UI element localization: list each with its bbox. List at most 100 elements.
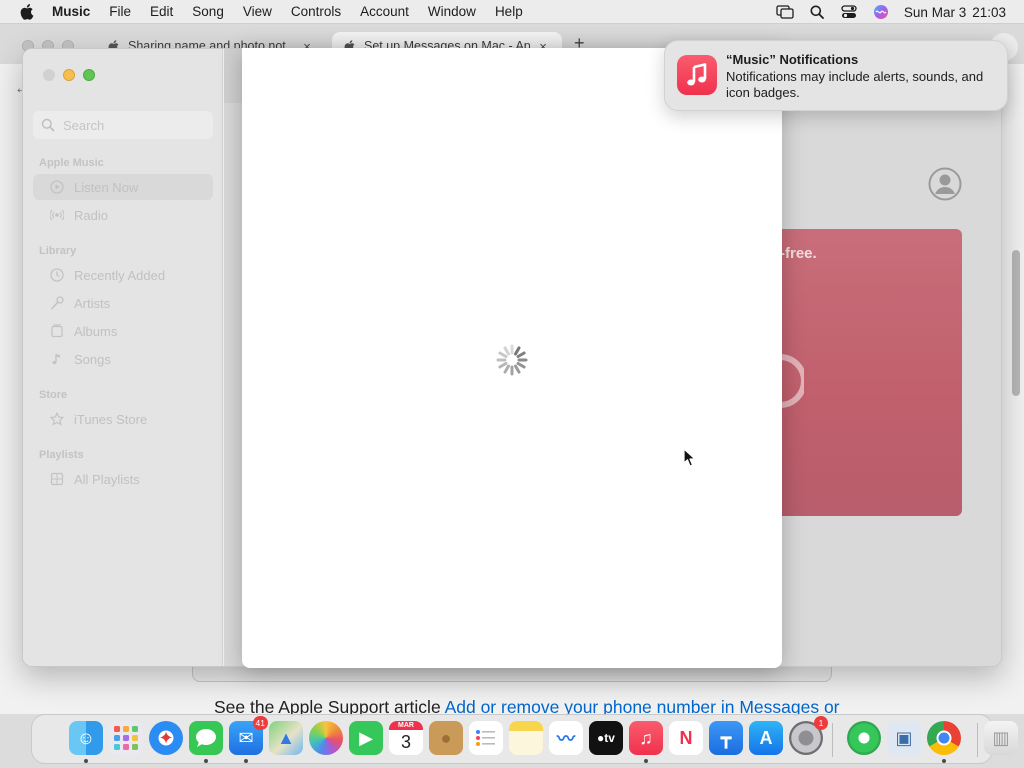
sidebar-item-label: iTunes Store — [74, 411, 148, 427]
search-placeholder: Search — [63, 117, 105, 133]
sidebar-item-label: Listen Now — [74, 179, 139, 195]
dock-system-settings-icon[interactable]: 1 — [789, 716, 828, 755]
menu-view[interactable]: View — [243, 4, 272, 19]
dock-chrome-icon[interactable] — [927, 721, 961, 755]
dock-photos-icon[interactable] — [309, 721, 343, 755]
star-icon — [50, 412, 64, 426]
menu-edit[interactable]: Edit — [150, 4, 173, 19]
microphone-icon — [50, 296, 64, 310]
sidebar-heading-apple-music: Apple Music — [39, 157, 104, 169]
dock-safari-icon[interactable]: ✦ — [149, 721, 183, 755]
apple-menu-icon[interactable] — [16, 3, 38, 20]
promo-headline: -free. — [780, 245, 817, 262]
page-scrollbar[interactable] — [1012, 250, 1020, 396]
menu-account[interactable]: Account — [360, 4, 409, 19]
window-close-button[interactable] — [43, 69, 55, 81]
sidebar-item-label: All Playlists — [74, 471, 140, 487]
menu-help[interactable]: Help — [495, 4, 523, 19]
dock: ☺ ✦ ✉ 41 ▲ ▶ MAR 3 ● 〰 ●tv ♫ N ┳ A 1 ▣ ▥ — [31, 714, 1018, 764]
control-center-icon[interactable] — [840, 3, 858, 21]
clock-time: 21:03 — [972, 4, 1006, 20]
dock-launchpad-icon[interactable] — [109, 721, 143, 755]
menu-controls[interactable]: Controls — [291, 4, 341, 19]
dock-finder-icon[interactable]: ☺ — [69, 721, 103, 755]
clock-icon — [50, 268, 64, 282]
dock-mail-icon[interactable]: ✉ 41 — [229, 716, 268, 755]
sidebar-item-label: Albums — [74, 323, 118, 339]
notification-badge: 1 — [814, 716, 828, 730]
dock-contacts-icon[interactable]: ● — [429, 721, 463, 755]
loading-spinner-icon — [496, 344, 528, 376]
music-app-icon — [677, 55, 717, 95]
radio-waves-icon — [50, 208, 64, 222]
sidebar-item-songs[interactable]: Songs — [33, 346, 213, 372]
loading-sheet — [242, 48, 782, 668]
dock-keynote-icon[interactable]: ┳ — [709, 721, 743, 755]
grid-icon — [50, 472, 64, 486]
notification-badge: 41 — [252, 716, 268, 730]
dock-freeform-icon[interactable]: 〰 — [549, 721, 583, 755]
dock-find-my-icon[interactable] — [847, 721, 881, 755]
album-icon — [50, 324, 64, 338]
mouse-pointer-icon — [683, 448, 696, 467]
dock-facetime-icon[interactable]: ▶ — [349, 721, 383, 755]
sidebar-item-label: Artists — [74, 295, 111, 311]
search-icon — [41, 118, 55, 132]
play-circle-icon — [50, 180, 64, 194]
siri-icon[interactable] — [872, 3, 890, 21]
sidebar-item-listen-now[interactable]: Listen Now — [33, 174, 213, 200]
sidebar-item-recently-added[interactable]: Recently Added — [33, 262, 213, 288]
running-indicator — [644, 759, 648, 763]
launchpad-grid-icon — [114, 726, 138, 750]
dock-music-icon[interactable]: ♫ — [629, 721, 663, 755]
dock-reminders-icon[interactable] — [469, 721, 503, 755]
menu-window[interactable]: Window — [428, 4, 476, 19]
clock-date: Sun Mar 3 — [903, 4, 967, 20]
dock-messages-icon[interactable] — [189, 721, 223, 755]
dock-separator — [977, 723, 978, 757]
sidebar-search-input[interactable]: Search — [33, 111, 213, 139]
menu-file[interactable]: File — [109, 4, 131, 19]
dock-notes-icon[interactable] — [509, 721, 543, 755]
dock-maps-icon[interactable]: ▲ — [269, 721, 303, 755]
dock-separator — [832, 723, 833, 757]
notification-body: Notifications may include alerts, sounds… — [726, 69, 984, 100]
sidebar-heading-store: Store — [39, 389, 68, 401]
window-zoom-button[interactable] — [83, 69, 95, 81]
sidebar-item-all-playlists[interactable]: All Playlists — [33, 466, 213, 492]
calendar-month: MAR — [389, 721, 423, 730]
menu-clock[interactable]: Sun Mar 3 21:03 — [904, 5, 1006, 20]
spotlight-search-icon[interactable] — [808, 3, 826, 21]
running-indicator — [942, 759, 946, 763]
running-indicator — [244, 759, 248, 763]
sidebar-item-artists[interactable]: Artists — [33, 290, 213, 316]
sidebar-item-radio[interactable]: Radio — [33, 202, 213, 228]
sidebar-item-itunes-store[interactable]: iTunes Store — [33, 406, 213, 432]
dock-calendar-icon[interactable]: MAR 3 — [389, 721, 423, 755]
screen-mirroring-icon[interactable] — [776, 3, 794, 21]
dock-preview-icon[interactable]: ▣ — [887, 721, 921, 755]
sidebar-item-label: Radio — [74, 207, 108, 223]
running-indicator — [204, 759, 208, 763]
sidebar-item-label: Songs — [74, 351, 111, 367]
calendar-day: 3 — [400, 732, 411, 752]
sidebar-item-albums[interactable]: Albums — [33, 318, 213, 344]
dock-apple-tv-icon[interactable]: ●tv — [589, 721, 623, 755]
dock-news-icon[interactable]: N — [669, 721, 703, 755]
apple-music-promo-card[interactable]: -free. — [779, 229, 962, 516]
music-note-icon — [50, 352, 64, 366]
running-indicator — [84, 759, 88, 763]
menu-bar: Music File Edit Song View Controls Accou… — [0, 0, 1024, 24]
sidebar-heading-playlists: Playlists — [39, 449, 84, 461]
notification-title: “Music” Notifications — [726, 52, 859, 67]
music-sidebar: Search Apple Music Listen Now Radio Libr… — [23, 49, 223, 666]
sidebar-heading-library: Library — [39, 245, 77, 257]
music-notification-banner[interactable]: “Music” Notifications Notifications may … — [664, 40, 1008, 111]
account-icon[interactable] — [928, 167, 962, 201]
app-label: ●tv — [597, 731, 615, 745]
window-minimize-button[interactable] — [63, 69, 75, 81]
menu-song[interactable]: Song — [192, 4, 224, 19]
menu-app-music[interactable]: Music — [52, 4, 90, 19]
dock-app-store-icon[interactable]: A — [749, 721, 783, 755]
dock-trash-icon[interactable]: ▥ — [984, 721, 1018, 755]
